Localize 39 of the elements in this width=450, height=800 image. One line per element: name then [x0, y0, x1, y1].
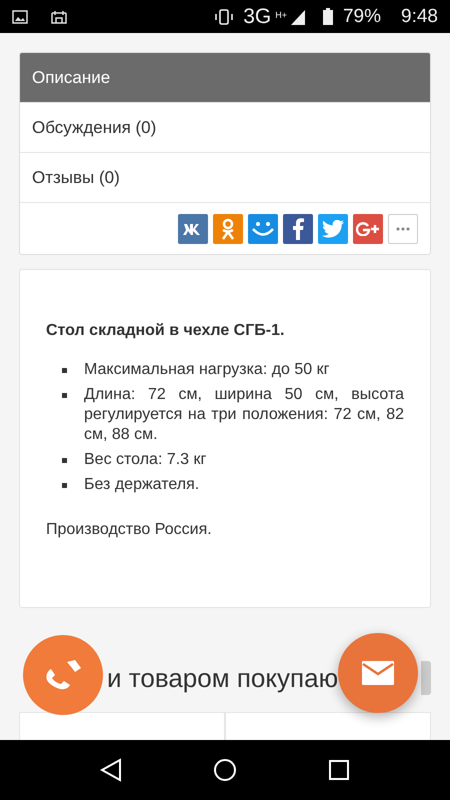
signal-icon	[290, 8, 305, 24]
spec-item: Вес стола: 7.3 кг	[84, 450, 206, 470]
product-title: Стол складной в чехле СГБ-1.	[46, 322, 286, 340]
calendar-icon	[50, 10, 68, 24]
back-icon[interactable]	[100, 758, 122, 782]
network-type-label: H+	[275, 10, 287, 20]
bullet-icon	[62, 458, 67, 463]
share-button[interactable]	[353, 214, 383, 244]
bullet-icon	[62, 368, 67, 373]
ok-icon	[221, 218, 235, 240]
clock: 9:48	[401, 6, 438, 28]
smile-icon	[252, 221, 274, 237]
battery-label: 79%	[342, 6, 382, 28]
spec-item: Максимальная нагрузка: до 50 кг	[84, 360, 330, 380]
bullet-icon	[62, 393, 67, 398]
spec-item: Без держателя.	[84, 475, 200, 495]
recents-icon[interactable]	[328, 759, 350, 781]
origin-text: Производство Россия.	[46, 521, 213, 539]
share-button[interactable]	[248, 214, 278, 244]
facebook-icon	[292, 218, 304, 240]
share-button[interactable]	[178, 214, 208, 244]
section-heading: и товаром покупаю	[107, 662, 338, 694]
spec-item: Длина: 72 см, ширина 50 см, высота регулируется на три положения: 72 см, 82 см, 88 см.	[84, 385, 404, 445]
envelope-icon	[362, 661, 394, 685]
tab[interactable]: Описание	[20, 53, 430, 103]
phone-icon	[45, 660, 81, 690]
share-button[interactable]	[283, 214, 313, 244]
bird-icon	[322, 220, 344, 238]
battery-icon	[322, 8, 333, 25]
vibrate-icon	[213, 8, 236, 24]
more-icon	[396, 227, 410, 231]
share-button[interactable]	[318, 214, 348, 244]
network-label: 3G	[243, 4, 272, 28]
home-icon[interactable]	[212, 758, 237, 782]
google-plus-icon	[356, 222, 380, 236]
mail-button[interactable]	[338, 633, 418, 713]
vk-icon	[183, 223, 203, 235]
image-icon	[12, 10, 28, 24]
bullet-icon	[62, 483, 67, 488]
